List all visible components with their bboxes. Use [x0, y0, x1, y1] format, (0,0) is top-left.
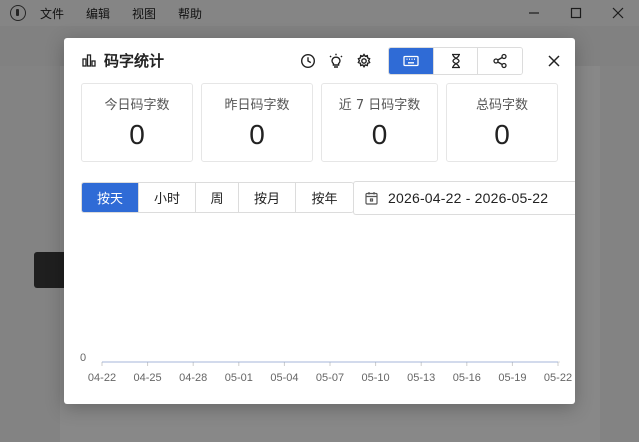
dialog-header: 码字统计	[64, 38, 575, 84]
keyboard-icon	[403, 55, 419, 67]
x-tick-label: 04-22	[88, 372, 116, 384]
stat-label: 近 7 日码字数	[338, 98, 421, 113]
date-range-picker[interactable]: 2026-04-22 - 2026-05-22	[353, 181, 575, 215]
gear-icon	[357, 53, 371, 68]
x-tick-label: 05-01	[225, 372, 253, 384]
x-tick-label: 05-07	[316, 372, 344, 384]
x-tick-label: 05-10	[362, 372, 390, 384]
stat-label: 昨日码字数	[224, 98, 290, 113]
bulb-icon	[329, 53, 343, 68]
writing-stats-dialog: 码字统计 今日码字数 0 昨日码字数 0 近 7 日码字数 0 总码字数 0 按…	[64, 38, 575, 404]
x-tick-label: 05-16	[453, 372, 481, 384]
tab-by-year[interactable]: 按年	[296, 183, 353, 212]
stat-card-yesterday: 昨日码字数 0	[201, 83, 313, 162]
x-tick-label: 05-13	[407, 372, 435, 384]
history-button[interactable]	[299, 52, 317, 70]
close-dialog-button[interactable]	[545, 52, 563, 70]
words-line-chart: 004-22 04-25 04-28 05-01 05-04 05-07 05-10 05-1…	[80, 352, 572, 384]
period-tabs: 按天 小时 周 按月 按年	[81, 182, 354, 213]
x-tick-label: 04-25	[134, 372, 162, 384]
stat-value: 0	[249, 119, 265, 150]
keyboard-view-button[interactable]	[389, 48, 434, 74]
stat-label: 总码字数	[475, 98, 528, 113]
clock-icon	[300, 53, 316, 69]
stat-label: 今日码字数	[104, 98, 170, 113]
tab-by-hour[interactable]: 小时	[139, 183, 196, 212]
timer-view-button[interactable]	[433, 48, 479, 74]
bar-chart-icon	[82, 54, 96, 67]
share-icon	[493, 53, 507, 69]
stat-card-today: 今日码字数 0	[81, 83, 193, 162]
calendar-icon	[365, 191, 378, 205]
stat-value: 0	[494, 119, 510, 150]
tab-by-month[interactable]: 按月	[239, 183, 296, 212]
share-view-button[interactable]	[478, 48, 522, 74]
settings-button[interactable]	[355, 52, 373, 70]
tab-by-day[interactable]: 按天	[82, 183, 139, 212]
tab-by-week[interactable]: 周	[196, 183, 239, 212]
x-tick-label: 05-19	[498, 372, 526, 384]
stat-value: 0	[129, 119, 145, 150]
y-tick-label: 0	[80, 352, 86, 364]
dialog-title: 码字统计	[104, 52, 165, 70]
x-tick-label: 05-22	[544, 372, 572, 384]
date-range-value: 2026-04-22 - 2026-05-22	[388, 190, 549, 206]
stat-card-last-7-days: 近 7 日码字数 0	[321, 83, 438, 162]
stat-value: 0	[371, 119, 388, 150]
view-switch	[388, 47, 523, 75]
stat-card-total: 总码字数 0	[446, 83, 558, 162]
x-tick-label: 05-04	[270, 372, 298, 384]
close-icon	[548, 55, 560, 67]
theme-button[interactable]	[327, 52, 345, 70]
hourglass-icon	[451, 53, 460, 69]
x-tick-label: 04-28	[179, 372, 207, 384]
